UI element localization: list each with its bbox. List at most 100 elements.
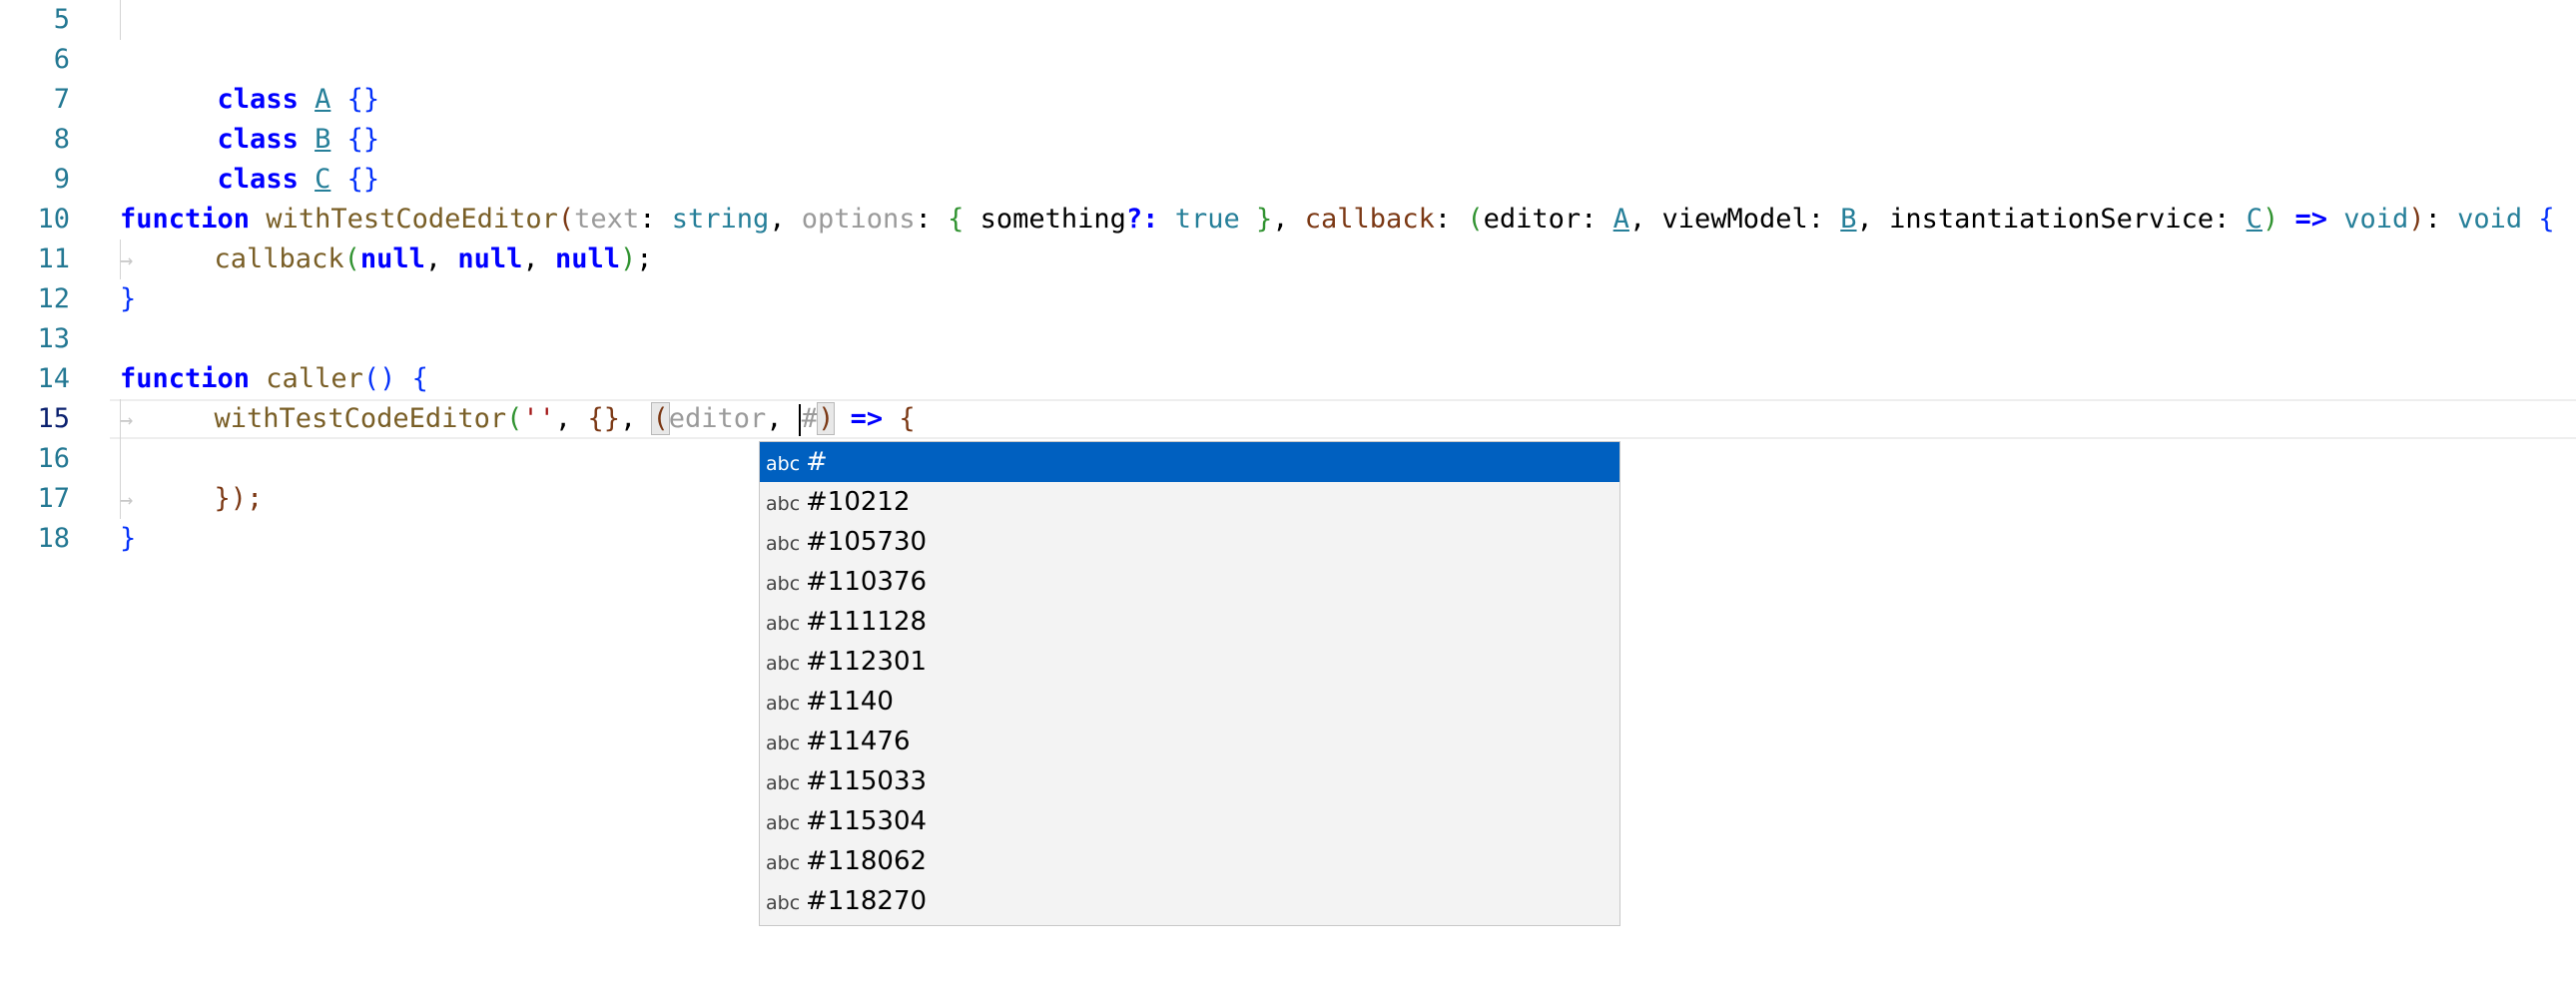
suggest-item-label: #118062: [806, 846, 928, 876]
arrow: =>: [850, 403, 884, 434]
line-number: 12: [37, 283, 70, 314]
type[interactable]: B: [1840, 204, 1856, 235]
text-word-icon: abc: [766, 733, 801, 754]
text-word-icon: abc: [766, 573, 801, 595]
param: callback: [1304, 204, 1435, 235]
indent-guide: [120, 0, 121, 40]
line-number: 18: [37, 523, 70, 554]
suggest-item[interactable]: abc #115033: [760, 761, 1619, 801]
suggest-item[interactable]: abc #105730: [760, 522, 1619, 562]
line-number: 17: [37, 483, 70, 514]
brace: {: [899, 403, 916, 434]
type: true: [1174, 204, 1240, 235]
suggest-widget[interactable]: abc # abc #10212 abc #105730 abc #110376 abc…: [759, 441, 1620, 926]
function-name[interactable]: withTestCodeEditor: [250, 204, 558, 235]
keyword: class: [217, 164, 299, 195]
suggest-item-label: #115033: [806, 766, 928, 796]
type[interactable]: C: [2247, 204, 2262, 235]
line-number: 16: [37, 443, 70, 474]
text-word-icon: abc: [766, 852, 801, 874]
code-line-active[interactable]: → withTestCodeEditor('', {}, (editor, #)…: [120, 399, 916, 439]
tab-arrow-icon: →: [120, 488, 134, 513]
keyword: function: [120, 363, 251, 394]
line-number-active: 15: [37, 403, 70, 434]
param: something: [964, 204, 1126, 235]
suggest-item[interactable]: abc #118062: [760, 841, 1619, 881]
keyword: null: [554, 244, 620, 274]
line-number: 14: [37, 363, 70, 394]
suggest-item-label: #110376: [806, 567, 928, 597]
suggest-item-label: #115304: [806, 806, 928, 836]
text-word-icon: abc: [766, 453, 801, 475]
class-name[interactable]: C: [315, 164, 330, 195]
brace: {: [395, 363, 428, 394]
optional-marker: ?:: [1125, 204, 1159, 235]
text-word-icon: abc: [766, 812, 801, 834]
type: void: [2343, 204, 2409, 235]
line-number: 10: [37, 204, 70, 235]
closing-brackets: });: [214, 483, 264, 514]
function-call[interactable]: callback: [215, 244, 344, 274]
suggest-item-label: #112301: [806, 647, 928, 677]
function-name[interactable]: caller: [250, 363, 363, 394]
text-word-icon: abc: [766, 613, 801, 635]
suggest-item-label: #: [806, 447, 828, 477]
line-number: 8: [53, 124, 70, 155]
suggest-item-label: #1140: [806, 687, 894, 717]
code-line[interactable]: }: [120, 519, 136, 559]
text-cursor: [798, 403, 801, 436]
code-line[interactable]: class C {}: [120, 120, 380, 195]
keyword: null: [457, 244, 523, 274]
line-number: 5: [53, 4, 70, 35]
function-call[interactable]: withTestCodeEditor: [215, 403, 507, 434]
type: void: [2457, 204, 2523, 235]
line-number: 6: [53, 44, 70, 75]
parens: (): [362, 363, 396, 394]
code-editor[interactable]: 5 6 7 8 9 10 11 12 13 14 15 16 17 18 cla…: [0, 0, 2576, 984]
brace: {: [2538, 204, 2555, 235]
text-word-icon: abc: [766, 693, 801, 715]
suggest-item-label: #111128: [806, 607, 928, 637]
suggest-item[interactable]: abc #111128: [760, 602, 1619, 642]
code-line[interactable]: → });: [120, 479, 263, 519]
text-word-icon: abc: [766, 892, 801, 914]
code-line[interactable]: function caller() {: [120, 359, 428, 399]
brace: }: [120, 523, 137, 554]
suggest-item-label: #11476: [806, 727, 911, 756]
string-literal: '': [522, 403, 555, 434]
arrow: =>: [2294, 204, 2327, 235]
type[interactable]: A: [1613, 204, 1629, 235]
text-word-icon: abc: [766, 493, 801, 515]
code-line[interactable]: class A {}: [120, 40, 380, 115]
code-line[interactable]: class B {}: [120, 80, 380, 155]
suggest-item[interactable]: abc #110376: [760, 562, 1619, 602]
typed-text: #: [801, 403, 819, 434]
suggest-item[interactable]: abc #1140: [760, 682, 1619, 722]
line-number: 11: [37, 244, 70, 274]
line-number: 9: [53, 164, 70, 195]
keyword: null: [359, 244, 425, 274]
suggest-item[interactable]: abc #115304: [760, 801, 1619, 841]
param: options: [801, 204, 916, 235]
suggest-item[interactable]: abc #118270: [760, 881, 1619, 921]
suggest-item[interactable]: abc #112301: [760, 642, 1619, 682]
text-word-icon: abc: [766, 533, 801, 555]
brace: {: [948, 204, 965, 235]
suggest-item-label: #118270: [806, 886, 928, 916]
suggest-item-selected[interactable]: abc #: [760, 442, 1619, 482]
tab-arrow-icon: →: [120, 408, 134, 433]
brace: }: [1256, 204, 1273, 235]
suggest-item[interactable]: abc #10212: [760, 482, 1619, 522]
code-line[interactable]: → callback(null, null, null);: [120, 240, 653, 279]
braces: {}: [330, 164, 380, 195]
suggest-item[interactable]: abc #11476: [760, 722, 1619, 761]
code-line[interactable]: }: [120, 279, 136, 319]
line-number: 13: [37, 323, 70, 354]
param: text: [574, 204, 640, 235]
keyword: function: [120, 204, 251, 235]
suggest-item-label: #105730: [806, 527, 928, 557]
code-line[interactable]: function withTestCodeEditor(text: string…: [120, 200, 2555, 240]
brace: }: [120, 283, 137, 314]
object-literal: {}: [587, 403, 620, 434]
param: viewModel: [1661, 204, 1808, 235]
